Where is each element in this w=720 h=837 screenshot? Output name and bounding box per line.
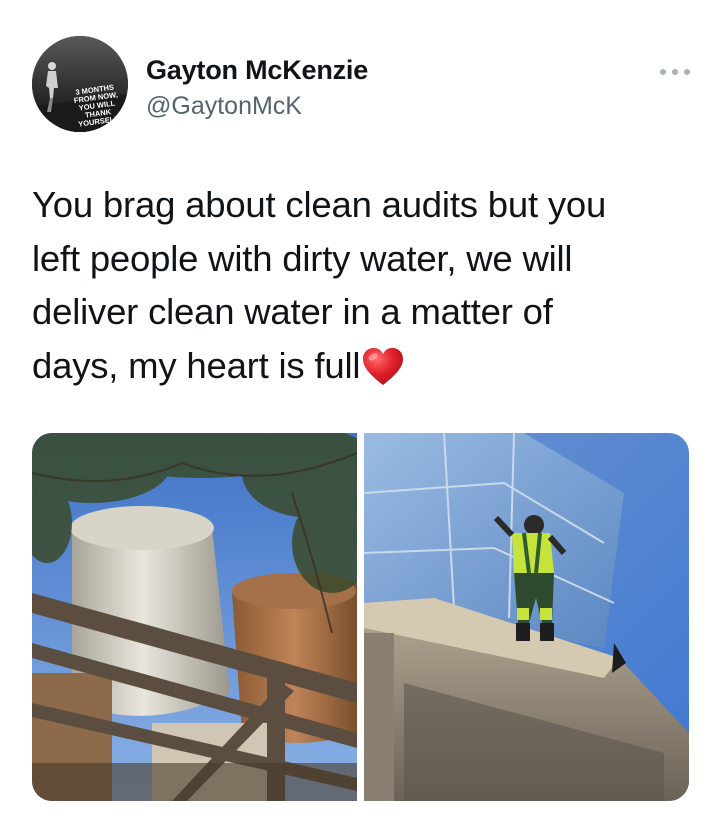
- author-names: Gayton McKenzie @GaytonMcK: [146, 54, 368, 122]
- display-name[interactable]: Gayton McKenzie: [146, 54, 368, 86]
- avatar-caption: 3 MONTHS FROM NOW, YOU WILL THANK YOURSE…: [73, 82, 121, 129]
- tweet-line-text: days, my heart is full: [32, 344, 361, 386]
- tweet-text: You brag about clean audits but you left…: [32, 178, 700, 392]
- tweet-media: [32, 433, 689, 801]
- tweet-line: days, my heart is full: [32, 339, 700, 393]
- photo-water-tanks-under-tree[interactable]: [32, 433, 357, 801]
- more-horizontal-icon[interactable]: [658, 66, 692, 78]
- heart-emoji: [363, 347, 404, 385]
- avatar[interactable]: 3 MONTHS FROM NOW, YOU WILL THANK YOURSE…: [32, 36, 128, 132]
- tweet-header: 3 MONTHS FROM NOW, YOU WILL THANK YOURSE…: [32, 36, 692, 136]
- photo-worker-on-water-tank[interactable]: [364, 433, 689, 801]
- tweet-line: left people with dirty water, we will: [32, 237, 573, 279]
- tweet-line: You brag about clean audits but you: [32, 184, 607, 225]
- user-handle[interactable]: @GaytonMcK: [146, 90, 368, 122]
- tweet-line: deliver clean water in a matter of: [32, 291, 553, 332]
